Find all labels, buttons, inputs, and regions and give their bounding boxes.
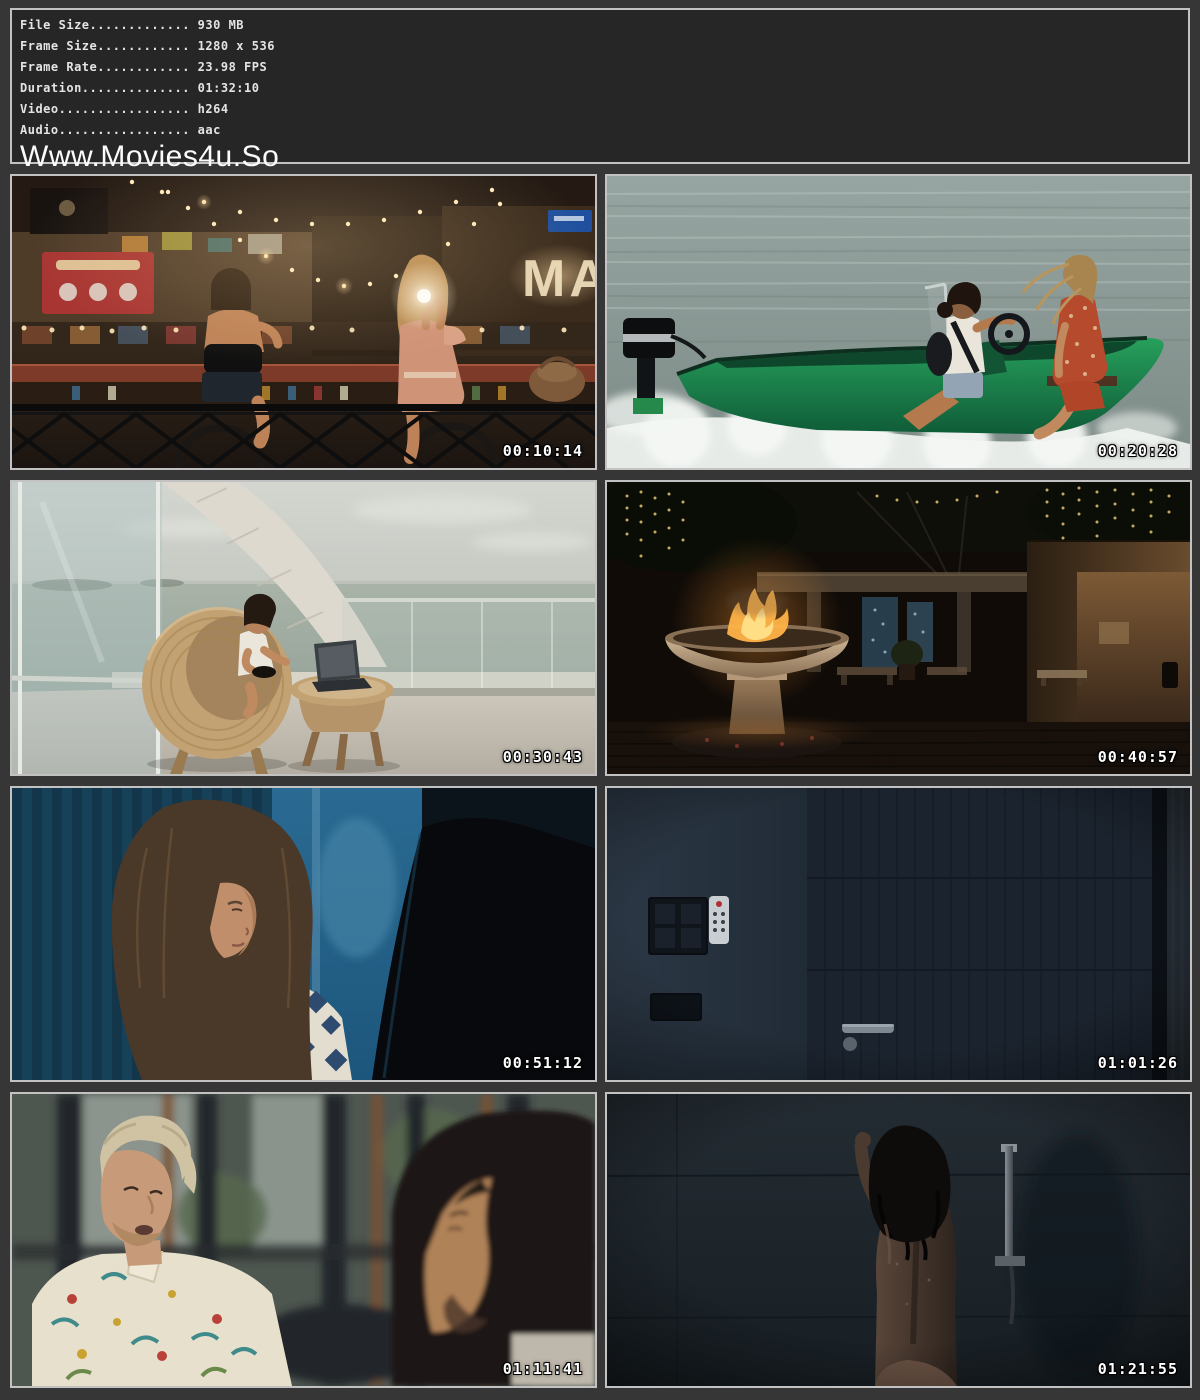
bar-counter [12,366,595,382]
screenshot-thumbnail-8: 01:21:55 [605,1092,1192,1388]
scene-blue-room-woman-image [12,788,595,1080]
long-hair [112,800,313,1080]
info-line-duration: Duration.............. 01:32:10 [20,78,1188,99]
screenshot-thumbnail-2: 00:20:28 [605,174,1192,470]
screenshot-thumbnail-4: 00:40:57 [605,480,1192,776]
watermark-site-name: Www.Movies4u.So [20,142,1188,172]
timestamp-label: 01:01:26 [1098,1054,1178,1072]
screenshot-thumbnail-7: 01:11:41 [10,1092,597,1388]
media-screenshot-sheet: { "media_info": { "lines": [ "File Size.… [0,0,1200,1400]
younger-man-profile [392,1111,595,1386]
scene-courtyard-image [607,482,1190,774]
timestamp-label: 00:40:57 [1098,748,1178,766]
open-mouth [135,1225,153,1235]
screenshot-thumbnail-5: 00:51:12 [10,786,597,1082]
timestamp-label: 00:51:12 [503,1054,583,1072]
timestamp-label: 00:30:43 [503,748,583,766]
info-line-frame-size: Frame Size............ 1280 x 536 [20,36,1188,57]
info-line-audio: Audio................. aac [20,120,1188,141]
info-line-video: Video................. h264 [20,99,1188,120]
wall-sign [1099,622,1129,644]
bowl [252,666,276,678]
screenshot-thumbnail-3: 00:30:43 [10,480,597,776]
info-line-file-size: File Size............. 930 MB [20,15,1188,36]
scene-balcony-image [12,482,595,774]
timestamp-label: 01:11:41 [503,1360,583,1378]
screenshot-thumbnail-6: 01:01:26 [605,786,1192,1082]
timestamp-label: 00:10:14 [503,442,583,460]
timestamp-label: 00:20:28 [1098,442,1178,460]
media-info-panel: File Size............. 930 MB Frame Size… [10,8,1190,164]
scene-green-boat-image [607,176,1190,468]
trash-bin [1162,662,1178,688]
screenshot-thumbnail-1: MA [10,174,597,470]
timestamp-label: 01:21:55 [1098,1360,1178,1378]
scene-dark-door-image [607,788,1190,1080]
scene-night-market-image: MA [12,176,595,468]
glass-wall-left [12,482,162,774]
scene-shower-image [607,1094,1190,1386]
scene-two-men-image [12,1094,595,1386]
stone-wall [1027,540,1190,722]
info-line-frame-rate: Frame Rate............ 23.98 FPS [20,57,1188,78]
